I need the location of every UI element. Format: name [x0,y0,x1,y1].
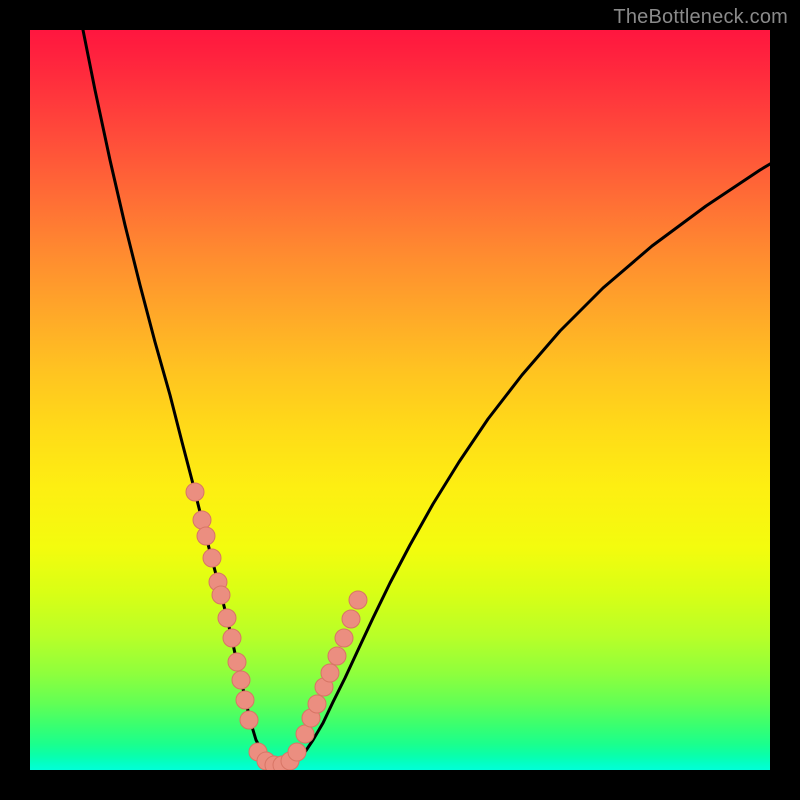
data-dot [186,483,204,501]
data-dot [296,725,314,743]
chart-frame: TheBottleneck.com [0,0,800,800]
data-dot [288,743,306,761]
data-dot [335,629,353,647]
data-dot [321,664,339,682]
data-dot [212,586,230,604]
data-dot [342,610,360,628]
data-dot [193,511,211,529]
plot-area [30,30,770,770]
data-dot [308,695,326,713]
data-dot [232,671,250,689]
data-dot [223,629,241,647]
watermark-label: TheBottleneck.com [613,6,788,29]
data-dot [197,527,215,545]
bottleneck-curve [83,30,770,765]
data-dot [218,609,236,627]
data-dot [228,653,246,671]
data-dot [328,647,346,665]
data-dot [349,591,367,609]
data-dot [240,711,258,729]
chart-svg [30,30,770,770]
data-dot [236,691,254,709]
data-dot [203,549,221,567]
